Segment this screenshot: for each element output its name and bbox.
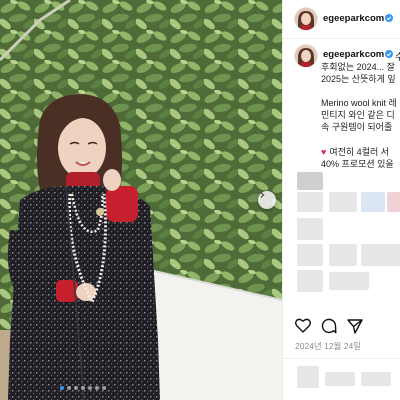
carousel-dot[interactable] [67,386,71,390]
carousel-dot[interactable] [88,386,92,390]
like-button[interactable] [295,318,311,338]
blurred-comment-block [297,366,319,388]
blurred-comment-block [329,192,357,212]
verified-badge-icon [385,50,393,58]
caption-avatar[interactable] [295,45,317,67]
heart-icon [295,318,311,333]
blurred-comment-block [361,192,385,212]
caption-line: 후회없는 2024... 잘 [321,62,395,72]
post-header: egeeparkcom [283,0,400,39]
username[interactable]: egeeparkcom [323,13,384,24]
carousel-dot[interactable] [81,386,85,390]
caption-line: 2025는 산뜻하게 잎 [321,74,396,84]
carousel-dot[interactable] [60,386,64,390]
caption-line: Merino wool knit 레 [321,98,397,108]
share-button[interactable] [347,318,363,339]
blurred-comment-block [297,244,323,266]
caption-username[interactable]: egeeparkcom [323,49,384,60]
follow-button[interactable]: 수 [395,49,400,63]
comment-button[interactable] [321,318,337,339]
caption-line: 민티지 와인 같은 디 [321,110,395,120]
avatar[interactable] [295,8,317,30]
blurred-comment-block [325,372,355,386]
blurred-comment-block [329,272,369,290]
blurred-comment-block [297,270,323,292]
blurred-comment-block [361,372,391,386]
post-side-panel: egeeparkcom egeeparkcom 수 후회없는 2024... 잘… [282,0,400,400]
post-photo [0,0,282,400]
blurred-comment-block [387,192,400,212]
verified-badge-icon [385,14,393,22]
avatar-image [295,45,317,67]
red-heart-emoji: ♥ [321,147,327,157]
divider [283,358,400,359]
caption-line: 속 구원템이 되어줄 [321,122,393,132]
comment-icon [321,318,337,334]
carousel-dot[interactable] [74,386,78,390]
caption-line: 여전히 4컬러 서 [329,147,390,157]
blurred-comment-block [297,218,323,240]
next-image-button[interactable] [258,191,276,209]
post-actions [295,318,395,334]
blurred-comment-block [297,192,323,212]
blurred-comment-block [361,244,400,266]
carousel-dot[interactable] [102,386,106,390]
carousel-dot[interactable] [95,386,99,390]
caption-line-heart: ♥ 여전히 4컬러 서 [321,147,389,158]
blurred-comment-block [329,244,357,266]
share-icon [347,319,363,334]
photo-illustration [0,0,282,400]
chevron-right-icon [260,192,265,198]
carousel-dots [60,386,106,390]
post-date: 2024년 12월 24일 [295,341,362,351]
avatar-image [295,8,317,30]
caption-line: 40% 프로모션 있을 [321,159,394,169]
blurred-comment-block [297,172,323,190]
